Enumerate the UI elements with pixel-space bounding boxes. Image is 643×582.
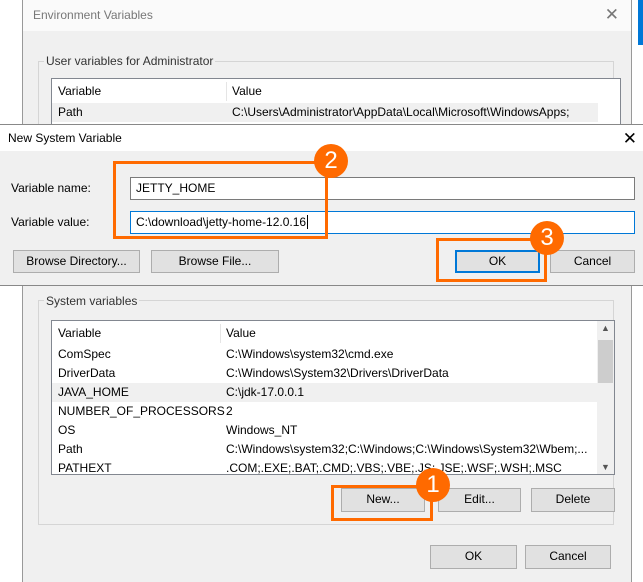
variable-cell: OS	[58, 423, 76, 437]
table-row[interactable]: Path C:\Users\Administrator\AppData\Local…	[52, 103, 598, 122]
table-row[interactable]: ComSpec C:\Windows\system32\cmd.exe	[52, 345, 598, 364]
scroll-down-icon[interactable]: ▼	[597, 462, 614, 472]
close-icon[interactable]: ✕	[623, 130, 637, 147]
edit-button[interactable]: Edit...	[438, 488, 521, 512]
system-variables-label: System variables	[44, 294, 140, 308]
variable-cell: JAVA_HOME	[58, 385, 129, 399]
env-cancel-button[interactable]: Cancel	[525, 545, 611, 569]
env-ok-button[interactable]: OK	[430, 545, 517, 569]
column-header-value[interactable]: Value	[220, 324, 256, 343]
env-title: Environment Variables	[33, 8, 153, 22]
table-row[interactable]: JAVA_HOME C:\jdk-17.0.0.1	[52, 383, 598, 402]
table-row[interactable]: Path C:\Windows\system32;C:\Windows;C:\Wi…	[52, 440, 598, 459]
env-title-bar: Environment Variables ✕	[23, 0, 631, 31]
variable-cell: Path	[58, 442, 83, 456]
variable-cell: DriverData	[58, 366, 116, 380]
user-variables-list[interactable]: Variable Value Path C:\Users\Administrator…	[51, 78, 621, 128]
table-row[interactable]: DriverData C:\Windows\System32\Drivers\Dr…	[52, 364, 598, 383]
table-row[interactable]: PATHEXT .COM;.EXE;.BAT;.CMD;.VBS;.VBE;.JS…	[52, 459, 598, 475]
variable-cell: ComSpec	[58, 347, 111, 361]
value-cell: 2	[226, 404, 233, 418]
value-cell: C:\Windows\System32\Drivers\DriverData	[226, 366, 449, 380]
value-cell: C:\jdk-17.0.0.1	[226, 385, 305, 399]
column-header-variable[interactable]: Variable	[58, 324, 101, 343]
scrollbar[interactable]: ▲ ▼	[597, 321, 614, 474]
user-variables-label: User variables for Administrator	[44, 54, 216, 68]
dialog-cancel-button[interactable]: Cancel	[550, 250, 635, 273]
value-cell: Windows_NT	[226, 423, 298, 437]
column-header-value[interactable]: Value	[226, 82, 262, 101]
value-cell: .COM;.EXE;.BAT;.CMD;.VBS;.VBE;.JS;.JSE;.…	[226, 461, 562, 475]
variable-cell: NUMBER_OF_PROCESSORS	[58, 404, 225, 418]
system-variables-list[interactable]: Variable Value ComSpec C:\Windows\system32…	[51, 320, 615, 475]
variable-name-label: Variable name:	[11, 181, 91, 195]
close-icon[interactable]: ✕	[605, 6, 619, 23]
scroll-up-icon[interactable]: ▲	[597, 323, 614, 333]
annotation-badge-2: 2	[314, 144, 348, 178]
delete-button[interactable]: Delete	[531, 488, 615, 512]
value-cell: C:\Windows\system32;C:\Windows;C:\Window…	[226, 442, 588, 456]
scrollbar-thumb[interactable]	[598, 340, 613, 383]
table-row[interactable]: OS Windows_NT	[52, 421, 598, 440]
column-header-variable[interactable]: Variable	[58, 82, 101, 101]
dialog-title: New System Variable	[8, 131, 122, 145]
browse-file-button[interactable]: Browse File...	[151, 250, 279, 273]
annotation-badge-1: 1	[416, 468, 450, 502]
value-cell: C:\Windows\system32\cmd.exe	[226, 347, 394, 361]
browse-directory-button[interactable]: Browse Directory...	[13, 250, 140, 273]
environment-variables-window: Environment Variables ✕ User variables f…	[22, 0, 632, 582]
annotation-box-2	[113, 161, 328, 239]
annotation-badge-3: 3	[530, 221, 564, 255]
table-row[interactable]: NUMBER_OF_PROCESSORS 2	[52, 402, 598, 421]
variable-value-label: Variable value:	[11, 215, 90, 229]
background-window-edge	[638, 0, 643, 45]
variable-cell: PATHEXT	[58, 461, 112, 475]
